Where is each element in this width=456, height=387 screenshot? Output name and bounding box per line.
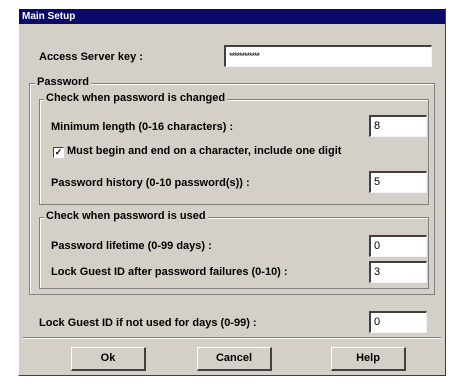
minimum-length-label: Minimum length (0-16 characters) :: [51, 121, 234, 133]
help-button[interactable]: Help: [331, 347, 406, 371]
minimum-length-field[interactable]: 8: [369, 115, 427, 137]
main-setup-dialog: Main Setup Access Server key : *********…: [18, 8, 446, 376]
password-history-label: Password history (0-10 password(s)) :: [51, 177, 250, 189]
ok-button[interactable]: Ok: [71, 347, 146, 371]
lock-unused-label: Lock Guest ID if not used for days (0-99…: [39, 317, 257, 329]
password-group-title: Password: [35, 76, 91, 88]
password-lifetime-label: Password lifetime (0-99 days) :: [51, 240, 212, 252]
must-begin-label: Must begin and end on a character, inclu…: [67, 145, 342, 157]
title-bar: Main Setup: [19, 9, 445, 24]
checkmark-icon: ✓: [54, 147, 63, 157]
lock-failures-label: Lock Guest ID after password failures (0…: [51, 266, 288, 278]
lock-failures-field[interactable]: 3: [369, 261, 427, 283]
password-lifetime-field[interactable]: 0: [369, 235, 427, 257]
access-server-key-field[interactable]: ************: [224, 45, 432, 67]
lock-unused-field[interactable]: 0: [369, 311, 427, 333]
changed-group-title: Check when password is changed: [44, 92, 228, 104]
used-group-title: Check when password is used: [44, 210, 208, 222]
password-history-field[interactable]: 5: [369, 171, 427, 193]
access-server-key-label: Access Server key :: [39, 51, 143, 63]
separator: [23, 337, 441, 339]
must-begin-checkbox[interactable]: ✓: [53, 147, 64, 158]
cancel-button[interactable]: Cancel: [197, 347, 272, 371]
